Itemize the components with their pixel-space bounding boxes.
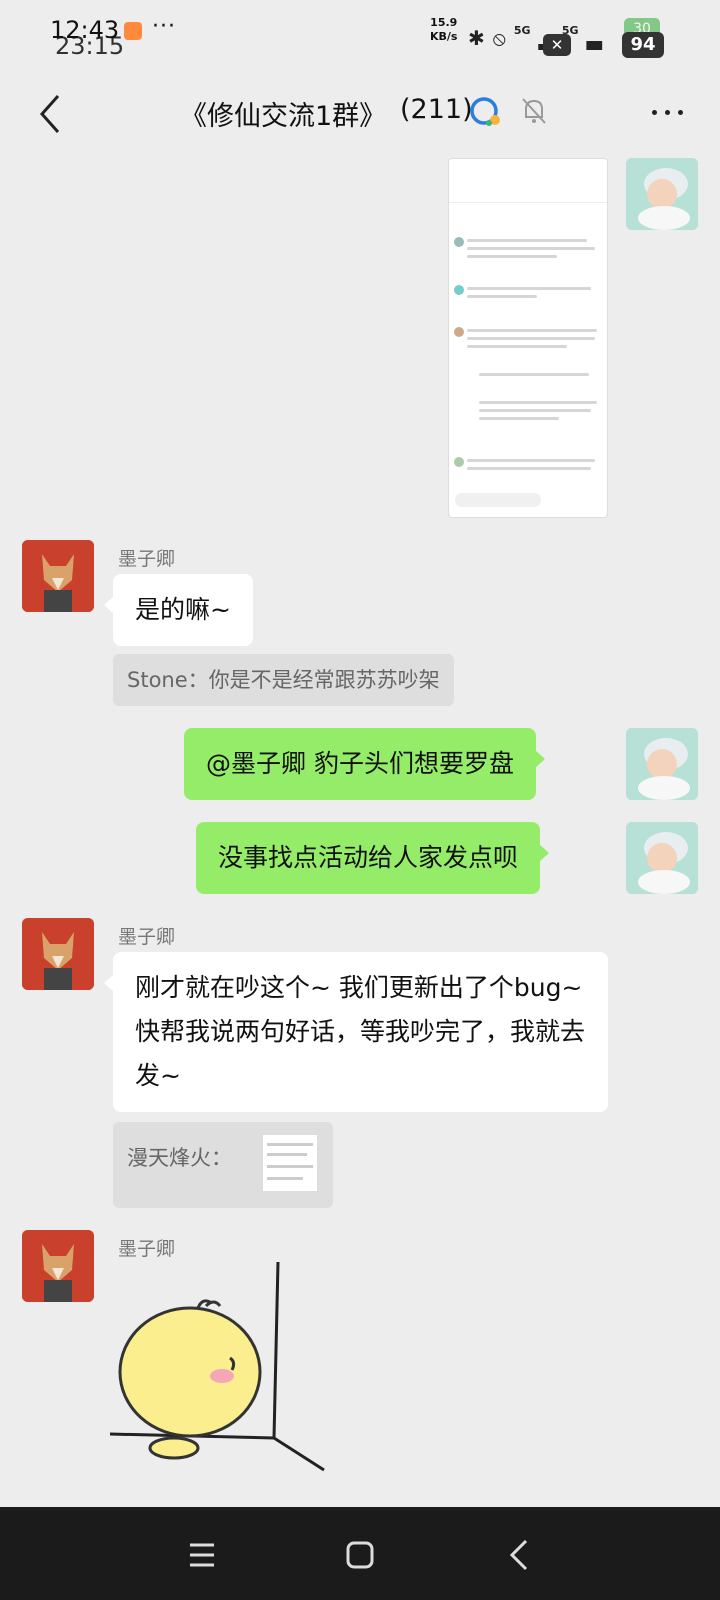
recent-apps-icon[interactable] [182, 1535, 222, 1575]
dog-avatar-icon [22, 918, 94, 990]
quoted-image-line [267, 1143, 313, 1146]
battery-icon: 94 [622, 32, 664, 58]
thumb-text [467, 467, 591, 470]
sender-name: 墨子卿 [118, 548, 176, 570]
status-bar: 12:43 23:15 ··· 15.9 KB/s ✱ ⦸ 5G ▂ 5G ▃ … [0, 0, 720, 80]
bluetooth-icon: ✱ [468, 26, 485, 50]
thumb-text [467, 287, 591, 290]
thumb-input [455, 493, 541, 507]
group-chat-icon [470, 97, 500, 126]
chat-title: 《修仙交流1群》 [180, 101, 387, 132]
dog-avatar-icon [22, 540, 94, 612]
app-notification-icon [124, 22, 142, 40]
member-count: (211) [400, 94, 473, 125]
more-options-button[interactable] [648, 104, 688, 124]
sender-avatar[interactable] [22, 1230, 94, 1302]
thumb-header [449, 159, 607, 203]
back-icon[interactable] [28, 90, 76, 138]
message-bubble[interactable]: @墨子卿 豹子头们想要罗盘 [184, 728, 545, 800]
chick-facing-corner-sticker[interactable] [110, 1262, 340, 1472]
system-navigation-bar [0, 1507, 720, 1600]
thumb-text [479, 409, 591, 412]
sender-avatar[interactable] [22, 918, 94, 990]
quoted-image-line [267, 1165, 313, 1168]
more-notifications-icon: ··· [152, 14, 176, 39]
back-nav-icon[interactable] [500, 1535, 540, 1575]
thumb-avatar [454, 327, 464, 337]
thumb-avatar [454, 285, 464, 295]
thumb-text [467, 329, 597, 332]
signal-2-icon: ▃ [586, 26, 602, 50]
thumb-text [467, 247, 595, 250]
signal-1-label: 5G [513, 23, 531, 37]
message-bubble[interactable]: 刚才就在吵这个~ 我们更新出了个bug~快帮我说两句好话，等我吵完了，我就去发~ [104, 952, 608, 1112]
quoted-image[interactable] [262, 1134, 318, 1192]
dog-avatar-icon [22, 1230, 94, 1302]
self-avatar[interactable] [626, 158, 698, 230]
baby-avatar-icon [626, 822, 698, 894]
status-icons: ✱ ⦸ 5G ▂ 5G ▃ [468, 18, 602, 58]
thumb-text [467, 459, 595, 462]
self-avatar[interactable] [626, 728, 698, 800]
thumb-text [467, 345, 567, 348]
vibrate-off-icon: ⦸ [492, 26, 506, 50]
sender-name: 墨子卿 [118, 926, 176, 948]
no-sim-icon: ✕ [543, 34, 571, 56]
thumb-text [467, 337, 595, 340]
thumb-text [479, 401, 597, 404]
home-icon[interactable] [340, 1535, 380, 1575]
thumb-text [479, 373, 589, 376]
quoted-image-line [267, 1177, 303, 1180]
mute-icon [522, 98, 546, 124]
network-speed: 15.9 KB/s [430, 16, 458, 43]
sender-name: 墨子卿 [118, 1238, 176, 1260]
thumb-text [467, 239, 587, 242]
baby-avatar-icon [626, 728, 698, 800]
baby-avatar-icon [626, 158, 698, 230]
chat-header: 《修仙交流1群》 (211) [0, 80, 720, 150]
thumb-text [467, 255, 557, 258]
thumb-text [479, 417, 559, 420]
thumb-text [467, 295, 537, 298]
message-bubble[interactable]: 没事找点活动给人家发点呗 [196, 822, 550, 894]
message-bubble[interactable]: 是的嘛~ [104, 574, 253, 646]
sender-avatar[interactable] [22, 540, 94, 612]
status-time-overlay: 23:15 [55, 32, 125, 60]
quoted-sender: 漫天烽火： [127, 1146, 232, 1170]
image-message[interactable] [448, 158, 608, 518]
thumb-avatar [454, 457, 464, 467]
self-avatar[interactable] [626, 822, 698, 894]
thumb-avatar [454, 237, 464, 247]
quoted-message[interactable]: Stone：你是不是经常跟苏苏吵架 [113, 654, 454, 706]
quoted-image-line [267, 1153, 307, 1156]
